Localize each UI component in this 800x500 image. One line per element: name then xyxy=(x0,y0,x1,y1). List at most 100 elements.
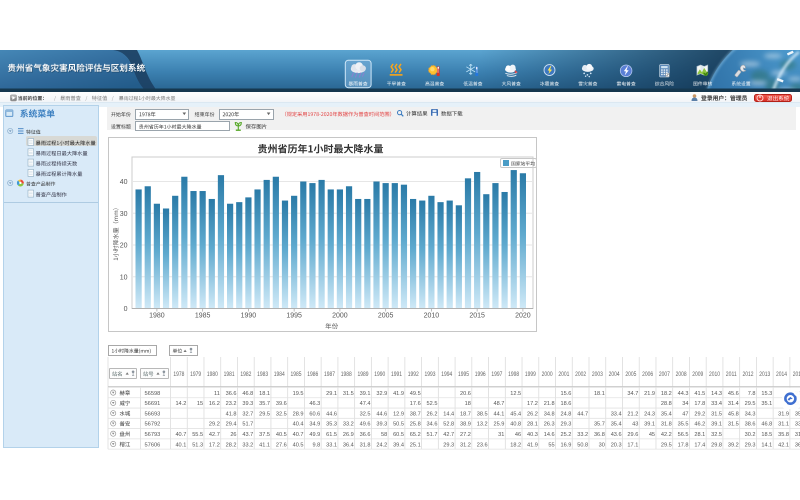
svg-text:51.7: 51.7 xyxy=(427,432,438,438)
svg-text:44.6: 44.6 xyxy=(326,411,337,417)
svg-text:1980: 1980 xyxy=(207,371,218,378)
svg-text:31.8: 31.8 xyxy=(661,422,672,428)
svg-text:1982: 1982 xyxy=(240,371,251,378)
svg-text:31.4: 31.4 xyxy=(728,401,739,407)
svg-text:34.6: 34.6 xyxy=(427,422,438,428)
svg-text:35.4: 35.4 xyxy=(661,411,672,417)
svg-text:31.9: 31.9 xyxy=(778,411,789,417)
svg-text:29.1: 29.1 xyxy=(326,391,337,397)
svg-text:50.8: 50.8 xyxy=(577,442,588,448)
svg-text:18: 18 xyxy=(465,401,471,407)
svg-text:1990: 1990 xyxy=(374,371,385,378)
svg-text:24.8: 24.8 xyxy=(560,411,571,417)
svg-text:32.5: 32.5 xyxy=(360,411,371,417)
svg-text:31.8: 31.8 xyxy=(360,442,371,448)
svg-text:1988: 1988 xyxy=(341,371,352,378)
svg-text:1992: 1992 xyxy=(408,371,419,378)
svg-text:33.1: 33.1 xyxy=(326,442,337,448)
svg-text:2006: 2006 xyxy=(642,371,653,378)
svg-text:2002: 2002 xyxy=(575,371,586,378)
svg-text:27.6: 27.6 xyxy=(276,442,287,448)
svg-text:44.7: 44.7 xyxy=(577,411,588,417)
svg-text:15: 15 xyxy=(197,401,203,407)
svg-text:35.7: 35.7 xyxy=(594,422,605,428)
svg-text:2012: 2012 xyxy=(743,371,754,378)
svg-text:16.9: 16.9 xyxy=(560,442,571,448)
svg-text:21.5: 21.5 xyxy=(795,391,800,397)
svg-text:49.9: 49.9 xyxy=(309,432,320,438)
svg-text:30.8: 30.8 xyxy=(795,401,800,407)
svg-text:44.1: 44.1 xyxy=(494,411,505,417)
svg-text:65.2: 65.2 xyxy=(410,432,421,438)
svg-text:14.1: 14.1 xyxy=(761,442,772,448)
svg-text:35.7: 35.7 xyxy=(259,401,270,407)
svg-text:1998: 1998 xyxy=(508,371,519,378)
svg-text:50.5: 50.5 xyxy=(393,422,404,428)
svg-text:29.8: 29.8 xyxy=(711,442,722,448)
svg-text:52.5: 52.5 xyxy=(427,401,438,407)
svg-text:24.3: 24.3 xyxy=(644,411,655,417)
svg-text:36.6: 36.6 xyxy=(226,391,237,397)
svg-text:55: 55 xyxy=(548,442,554,448)
svg-text:40.7: 40.7 xyxy=(293,432,304,438)
svg-text:56691: 56691 xyxy=(145,401,161,407)
svg-text:2010: 2010 xyxy=(709,371,720,378)
svg-text:31: 31 xyxy=(498,432,504,438)
svg-text:36.6: 36.6 xyxy=(360,432,371,438)
svg-text:26.3: 26.3 xyxy=(544,422,555,428)
svg-text:29.5: 29.5 xyxy=(259,411,270,417)
svg-text:39.1: 39.1 xyxy=(644,422,655,428)
svg-text:51.7: 51.7 xyxy=(242,422,253,428)
svg-text:31.5: 31.5 xyxy=(795,432,800,438)
svg-text:19.5: 19.5 xyxy=(293,391,304,397)
svg-text:7.8: 7.8 xyxy=(748,391,756,397)
svg-text:18.1: 18.1 xyxy=(594,391,605,397)
svg-text:31.1: 31.1 xyxy=(778,422,789,428)
svg-text:49.6: 49.6 xyxy=(360,422,371,428)
svg-text:39.2: 39.2 xyxy=(728,442,739,448)
svg-text:18.6: 18.6 xyxy=(560,401,571,407)
svg-text:2003: 2003 xyxy=(592,371,603,378)
svg-text:1979: 1979 xyxy=(190,371,201,378)
svg-text:16.2: 16.2 xyxy=(209,401,220,407)
svg-text:61.5: 61.5 xyxy=(326,432,337,438)
svg-text:1985: 1985 xyxy=(291,371,302,378)
svg-text:12.9: 12.9 xyxy=(393,411,404,417)
svg-text:41.5: 41.5 xyxy=(694,391,705,397)
svg-text:28.1: 28.1 xyxy=(527,422,538,428)
svg-text:12.5: 12.5 xyxy=(510,391,521,397)
svg-text:29.3: 29.3 xyxy=(443,442,454,448)
svg-text:1978: 1978 xyxy=(173,371,184,378)
svg-text:46.2: 46.2 xyxy=(694,422,705,428)
svg-text:15.3: 15.3 xyxy=(761,391,772,397)
svg-text:31.5: 31.5 xyxy=(711,411,722,417)
svg-text:1995: 1995 xyxy=(458,371,469,378)
svg-text:43.6: 43.6 xyxy=(611,432,622,438)
svg-text:30: 30 xyxy=(599,442,605,448)
svg-text:42.7: 42.7 xyxy=(209,432,220,438)
svg-text:17.6: 17.6 xyxy=(410,401,421,407)
svg-text:34.8: 34.8 xyxy=(544,411,555,417)
svg-text:21.9: 21.9 xyxy=(644,391,655,397)
svg-text:35.8: 35.8 xyxy=(778,432,789,438)
svg-text:39.3: 39.3 xyxy=(242,401,253,407)
svg-text:55.5: 55.5 xyxy=(192,432,203,438)
svg-text:34.3: 34.3 xyxy=(745,411,756,417)
svg-text:41.9: 41.9 xyxy=(393,391,404,397)
svg-text:40.4: 40.4 xyxy=(293,422,304,428)
svg-text:56.5: 56.5 xyxy=(678,432,689,438)
svg-text:18.2: 18.2 xyxy=(661,391,672,397)
svg-text:17.8: 17.8 xyxy=(678,442,689,448)
svg-text:46: 46 xyxy=(515,432,521,438)
svg-text:41.9: 41.9 xyxy=(527,442,538,448)
svg-text:36.4: 36.4 xyxy=(343,442,354,448)
svg-text:17.8: 17.8 xyxy=(694,401,705,407)
svg-text:26.2: 26.2 xyxy=(427,411,438,417)
svg-text:2011: 2011 xyxy=(726,371,737,378)
svg-text:17.4: 17.4 xyxy=(694,442,705,448)
svg-text:29.3: 29.3 xyxy=(745,442,756,448)
svg-text:20.3: 20.3 xyxy=(611,442,622,448)
svg-text:29.6: 29.6 xyxy=(627,432,638,438)
svg-text:52.8: 52.8 xyxy=(443,422,454,428)
svg-text:1993: 1993 xyxy=(424,371,435,378)
